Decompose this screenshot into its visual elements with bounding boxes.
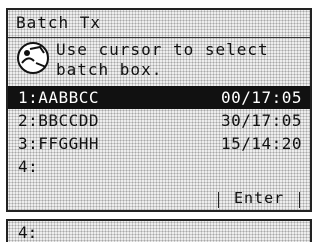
instruction-area: Use cursor to select batch box. bbox=[8, 38, 310, 86]
softkey-bar: Enter bbox=[8, 188, 310, 210]
batch-box-list: 1:AABBCC 00/17:05 2:BBCCDD 30/17:05 3:FF… bbox=[8, 86, 310, 178]
instruction-line-1: Use cursor to select bbox=[56, 40, 269, 59]
enter-softkey[interactable]: Enter bbox=[234, 189, 284, 207]
softkey-divider bbox=[218, 192, 219, 208]
batch-box-row-1[interactable]: 1:AABBCC 00/17:05 bbox=[8, 86, 310, 109]
lcd-panel: Batch Tx Use cursor to select batch box.… bbox=[6, 8, 312, 212]
batch-box-row-4[interactable]: 4: bbox=[8, 155, 310, 178]
batch-box-row-3[interactable]: 3:FFGGHH 15/14:20 bbox=[8, 132, 310, 155]
batch-box-time: 30/17:05 bbox=[220, 111, 302, 130]
instruction-line-2: batch box. bbox=[56, 60, 163, 79]
operator-help-icon bbox=[17, 42, 49, 74]
batch-box-time: 00/17:05 bbox=[220, 88, 302, 107]
next-box-field[interactable]: 4: bbox=[6, 219, 312, 242]
batch-box-name: 3:FFGGHH bbox=[18, 134, 100, 153]
next-box-name: 4: bbox=[18, 223, 38, 242]
batch-box-row-2[interactable]: 2:BBCCDD 30/17:05 bbox=[8, 109, 310, 132]
batch-box-name: 1:AABBCC bbox=[18, 88, 100, 107]
screen-title: Batch Tx bbox=[16, 13, 102, 32]
batch-box-name: 4: bbox=[18, 157, 39, 176]
title-bar: Batch Tx bbox=[8, 10, 310, 38]
softkey-divider bbox=[299, 192, 300, 208]
batch-box-name: 2:BBCCDD bbox=[18, 111, 100, 130]
batch-box-time: 15/14:20 bbox=[220, 134, 302, 153]
